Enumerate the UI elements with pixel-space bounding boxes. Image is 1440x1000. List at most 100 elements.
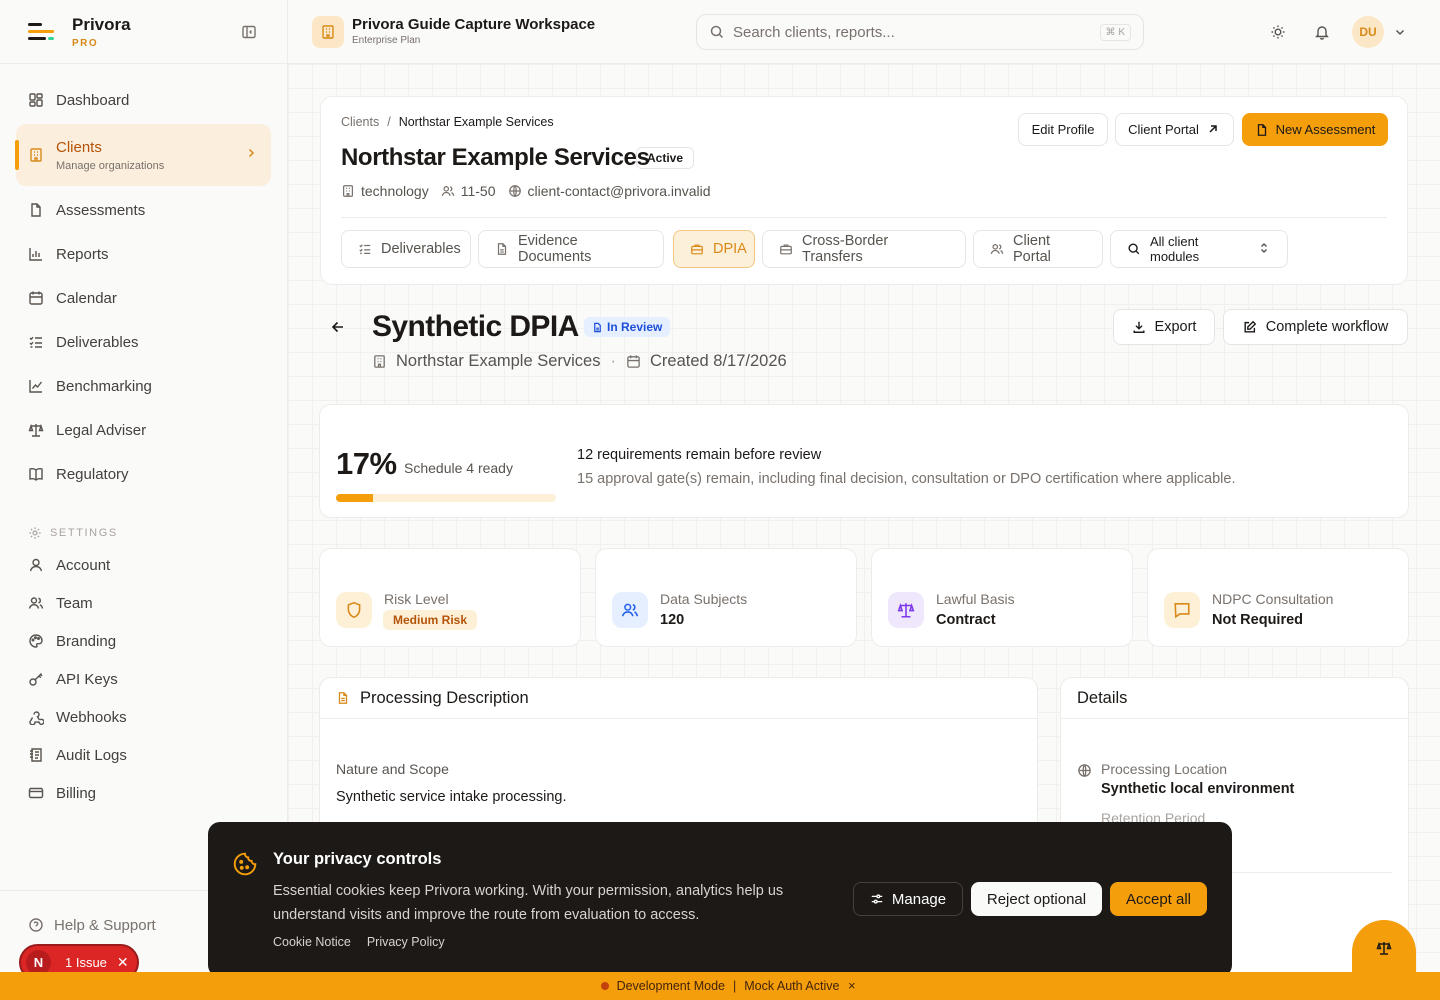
privacy-policy-link[interactable]: Privacy Policy [367, 935, 445, 949]
stat-card-risk-level: Risk Level Medium Risk [319, 548, 581, 647]
breadcrumb-clients-link[interactable]: Clients [341, 115, 379, 129]
client-meta: technology 11-50 client-contact@privora.… [341, 183, 723, 199]
app-tier: PRO [72, 37, 99, 49]
progress-bar [336, 494, 556, 502]
client-name: Northstar Example Services [341, 144, 650, 171]
complete-workflow-label: Complete workflow [1265, 319, 1389, 335]
sidebar-item-label: API Keys [56, 670, 118, 688]
processing-location-value: Synthetic local environment [1101, 781, 1295, 797]
edit-profile-button[interactable]: Edit Profile [1018, 113, 1108, 146]
users-icon [28, 595, 44, 611]
user-avatar[interactable]: DU [1352, 16, 1384, 48]
tab-cross-border-transfers[interactable]: Cross-Border Transfers [762, 230, 966, 268]
sidebar-item-label: Team [56, 594, 93, 612]
users-icon [612, 592, 648, 628]
file-plus-icon [1255, 123, 1269, 137]
schedule-status: Schedule 4 ready [404, 460, 513, 476]
risk-level-badge: Medium Risk [383, 610, 478, 630]
tab-label: Evidence Documents [518, 233, 592, 265]
sidebar-item-api-keys[interactable]: API Keys [16, 660, 271, 698]
module-select[interactable]: All client modules [1110, 230, 1288, 268]
log-icon [28, 747, 44, 763]
theme-toggle-icon[interactable] [1270, 24, 1286, 40]
palette-icon [28, 633, 44, 649]
stat-value: Not Required [1212, 612, 1304, 628]
sidebar-item-audit-logs[interactable]: Audit Logs [16, 736, 271, 774]
reject-optional-button[interactable]: Reject optional [971, 882, 1102, 916]
sidebar-item-branding[interactable]: Branding [16, 622, 271, 660]
status-badge: In Review [584, 317, 671, 337]
sidebar-item-label: Benchmarking [56, 377, 152, 395]
sidebar-item-label: Branding [56, 632, 117, 650]
briefcase-icon [690, 242, 704, 256]
chevron-down-icon[interactable] [1394, 26, 1406, 38]
tab-dpia[interactable]: DPIA [673, 230, 755, 268]
sidebar-item-account[interactable]: Account [16, 546, 271, 584]
sidebar-item-sublabel: Manage organizations [56, 159, 165, 172]
nature-scope-value: Synthetic service intake processing. [336, 789, 567, 805]
users-icon [990, 242, 1004, 256]
manage-cookies-button[interactable]: Manage [853, 882, 963, 916]
complete-workflow-button[interactable]: Complete workflow [1223, 309, 1408, 345]
back-arrow-icon[interactable] [330, 319, 346, 335]
search-input[interactable]: Search clients, reports... ⌘ K [696, 14, 1144, 50]
sidebar-item-reports[interactable]: Reports [16, 232, 271, 276]
message-icon [1164, 592, 1200, 628]
chevron-right-icon [245, 147, 257, 159]
tab-client-portal[interactable]: Client Portal [973, 230, 1103, 268]
file-icon [28, 202, 44, 218]
webhook-icon [28, 709, 44, 725]
sidebar-item-regulatory[interactable]: Regulatory [16, 452, 271, 496]
top-bar: Privora Guide Capture Workspace Enterpri… [288, 0, 1440, 64]
accept-all-button[interactable]: Accept all [1110, 882, 1207, 916]
sidebar-item-label: Regulatory [56, 465, 129, 483]
sidebar-item-team[interactable]: Team [16, 584, 271, 622]
cookie-notice-link[interactable]: Cookie Notice [273, 935, 351, 949]
export-button[interactable]: Export [1113, 309, 1215, 345]
dpia-meta: Northstar Example Services · Created 8/1… [372, 352, 787, 371]
building-icon [341, 184, 355, 198]
new-assessment-button[interactable]: New Assessment [1242, 113, 1388, 146]
sidebar-header: Privora PRO [0, 0, 287, 64]
accept-label: Accept all [1125, 890, 1192, 908]
sidebar-item-webhooks[interactable]: Webhooks [16, 698, 271, 736]
users-icon [441, 184, 455, 198]
close-icon[interactable]: ✕ [117, 954, 129, 971]
module-select-value: All client modules [1150, 234, 1200, 264]
tab-label: DPIA [713, 241, 747, 257]
tab-evidence-documents[interactable]: Evidence Documents [478, 230, 664, 268]
sidebar-item-dashboard[interactable]: Dashboard [16, 78, 271, 122]
breadcrumb-current: Northstar Example Services [398, 115, 554, 129]
sidebar-toggle-icon[interactable] [241, 24, 257, 40]
breadcrumb: Clients / Northstar Example Services [341, 115, 554, 129]
export-label: Export [1154, 319, 1197, 335]
tab-deliverables[interactable]: Deliverables [341, 230, 471, 268]
progress-card: 17% Schedule 4 ready 12 requirements rem… [319, 404, 1409, 518]
client-portal-button[interactable]: Client Portal [1115, 113, 1234, 146]
sidebar-item-clients[interactable]: Clients Manage organizations [15, 124, 271, 186]
workspace-title[interactable]: Privora Guide Capture Workspace [352, 16, 595, 33]
stat-value: 120 [660, 612, 685, 628]
status-badge-label: In Review [607, 320, 663, 334]
sidebar-item-assessments[interactable]: Assessments [16, 188, 271, 232]
close-icon[interactable]: × [848, 978, 856, 993]
sidebar-item-benchmarking[interactable]: Benchmarking [16, 364, 271, 408]
sidebar-item-billing[interactable]: Billing [16, 774, 271, 812]
legal-adviser-fab[interactable] [1352, 920, 1416, 976]
sidebar-item-label: Calendar [56, 289, 117, 307]
sidebar-item-label: Webhooks [56, 708, 127, 726]
sidebar-item-legal-adviser[interactable]: Legal Adviser [16, 408, 271, 452]
key-icon [28, 671, 44, 687]
sidebar-item-deliverables[interactable]: Deliverables [16, 320, 271, 364]
panel-title: Details [1077, 688, 1128, 707]
workspace-plan: Enterprise Plan [352, 35, 421, 46]
progress-bar-fill [336, 494, 374, 502]
stat-label: Risk Level [384, 591, 449, 607]
sidebar-item-label: Billing [56, 784, 97, 802]
dev-mode-bar: Development Mode | Mock Auth Active × [0, 972, 1440, 1000]
bell-icon[interactable] [1314, 24, 1330, 40]
sidebar-item-calendar[interactable]: Calendar [16, 276, 271, 320]
document-icon [592, 322, 603, 333]
calendar-icon [626, 354, 641, 369]
bar-chart-icon [28, 246, 44, 262]
